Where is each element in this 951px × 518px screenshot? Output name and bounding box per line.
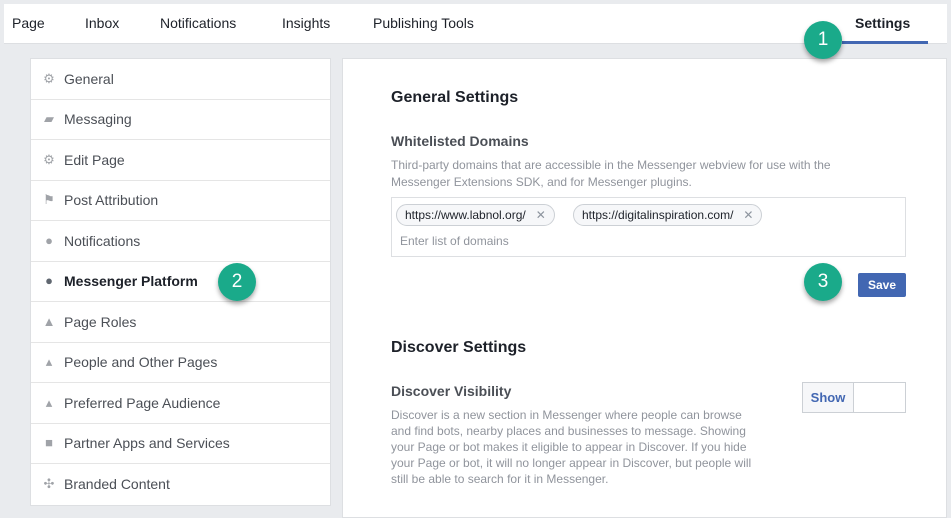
domain-text: https://digitalinspiration.com/ [582, 208, 734, 222]
sidebar-item-label: General [64, 70, 114, 87]
domain-chip: https://www.labnol.org/ ✕ [396, 204, 555, 226]
discover-description: Discover is a new section in Messenger w… [391, 408, 742, 422]
whitelisted-domains-label: Whitelisted Domains [391, 133, 529, 149]
sidebar-item-label: Page Roles [64, 313, 137, 330]
show-option[interactable]: Show [803, 383, 854, 412]
settings-sidebar: ⚙ General ▰ Messaging ⚙ Edit Page ⚑ Post Att… [30, 58, 331, 506]
tab-settings[interactable]: Settings [855, 15, 910, 31]
step-badge-3: 3 [804, 263, 842, 301]
flag-icon: ⚑ [43, 192, 55, 208]
sidebar-item-label: Notifications [64, 232, 141, 249]
domains-input[interactable]: https://www.labnol.org/ ✕ https://digital… [391, 197, 906, 257]
person-icon: ▲ [42, 313, 56, 329]
sidebar-item-label: Branded Content [64, 476, 170, 493]
discover-visibility-toggle[interactable]: Show [802, 382, 906, 413]
domain-chip: https://digitalinspiration.com/ ✕ [573, 204, 763, 226]
person-star-icon: ▴ [45, 354, 53, 370]
sidebar-item-label: Messenger Platform [64, 273, 198, 290]
box-icon: ■ [45, 435, 53, 451]
sidebar-item-label: Edit Page [64, 151, 125, 168]
discover-description: your Page or bot, it will no longer appe… [391, 456, 752, 470]
gear-icon: ⚙ [43, 70, 55, 86]
sidebar-item-messenger-platform[interactable]: ● Messenger Platform [31, 262, 330, 302]
sidebar-item-people-and-other-pages[interactable]: ▴ People and Other Pages [31, 343, 330, 383]
general-settings-title: General Settings [391, 89, 519, 106]
sidebar-item-edit-page[interactable]: ⚙ Edit Page [31, 140, 330, 181]
sidebar-item-notifications[interactable]: ● Notifications [31, 221, 330, 262]
sidebar-item-label: Post Attribution [64, 192, 159, 209]
sidebar-item-general[interactable]: ⚙ General [31, 59, 330, 100]
active-tab-indicator [842, 41, 928, 44]
domain-text-input[interactable] [400, 234, 880, 248]
settings-panel: General Settings Whitelisted Domains Thi… [342, 58, 947, 518]
globe-icon: ● [45, 232, 53, 248]
sidebar-item-label: Partner Apps and Services [64, 435, 230, 452]
tab-page[interactable]: Page [12, 15, 45, 31]
tab-insights[interactable]: Insights [282, 15, 330, 31]
tab-notifications[interactable]: Notifications [160, 15, 236, 31]
tab-publishing-tools[interactable]: Publishing Tools [373, 15, 474, 31]
sidebar-item-post-attribution[interactable]: ⚑ Post Attribution [31, 181, 330, 221]
remove-icon[interactable]: ✕ [743, 208, 753, 222]
step-badge-1: 1 [804, 21, 842, 59]
whitelist-description: Third-party domains that are accessible … [391, 158, 831, 172]
save-button[interactable]: Save [858, 273, 906, 297]
handshake-icon: ✣ [43, 476, 55, 492]
sidebar-item-preferred-page-audience[interactable]: ▴ Preferred Page Audience [31, 383, 330, 424]
sidebar-item-label: Messaging [64, 111, 132, 128]
discover-description: and find bots, nearby places and busines… [391, 424, 746, 438]
sidebar-item-branded-content[interactable]: ✣ Branded Content [31, 464, 330, 505]
tab-inbox[interactable]: Inbox [85, 15, 119, 31]
discover-description: your Page or bot makes it eligible to ap… [391, 440, 747, 454]
discover-visibility-label: Discover Visibility [391, 383, 512, 399]
sidebar-item-partner-apps[interactable]: ■ Partner Apps and Services [31, 424, 330, 464]
domain-text: https://www.labnol.org/ [405, 208, 526, 222]
gear-icon: ⚙ [43, 151, 55, 167]
sidebar-item-label: People and Other Pages [64, 354, 218, 371]
sidebar-item-label: Preferred Page Audience [64, 394, 221, 411]
sidebar-item-page-roles[interactable]: ▲ Page Roles [31, 302, 330, 343]
remove-icon[interactable]: ✕ [536, 208, 546, 222]
messenger-icon: ● [45, 273, 53, 289]
discover-settings-title: Discover Settings [391, 339, 527, 356]
step-badge-2: 2 [218, 263, 256, 301]
discover-description: still be able to search for it in Messen… [391, 472, 609, 486]
chat-icon: ▰ [44, 111, 54, 127]
person-star-icon: ▴ [45, 394, 53, 410]
whitelist-description: Messenger Extensions SDK, and for Messen… [391, 175, 692, 189]
sidebar-item-messaging[interactable]: ▰ Messaging [31, 100, 330, 140]
